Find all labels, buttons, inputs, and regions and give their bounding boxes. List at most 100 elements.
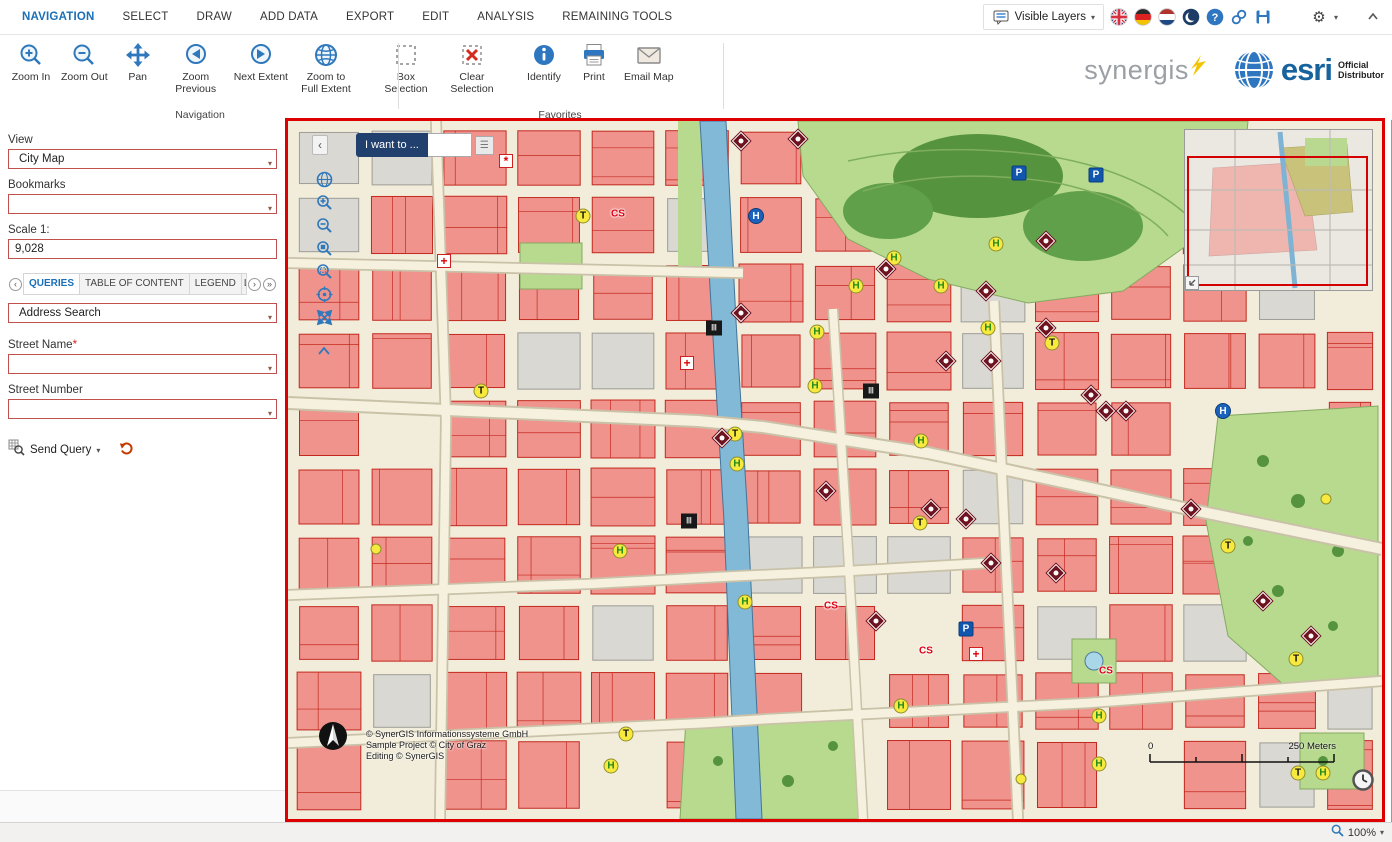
pan-icon — [125, 40, 151, 68]
menu-right-controls: Visible Layers ▾ ? ⚙ ▾ — [983, 4, 1392, 30]
zoom-window-button[interactable] — [314, 238, 334, 258]
required-marker: * — [73, 339, 77, 351]
box-selection-icon — [393, 40, 419, 68]
center-target-button[interactable] — [314, 284, 334, 304]
tab-remaining-tools[interactable]: REMAINING TOOLS — [548, 0, 686, 34]
tab-draw[interactable]: DRAW — [182, 0, 246, 34]
button-label: Box Selection — [378, 71, 434, 95]
uk-flag-icon[interactable] — [1110, 8, 1128, 26]
collapse-ribbon-icon[interactable] — [1364, 8, 1382, 26]
map-attribution: © SynerGIS Informationssysteme GmbH Samp… — [366, 729, 528, 762]
esri-logo: esri Official Distributor — [1233, 49, 1384, 91]
map-zoom-out-button[interactable] — [314, 215, 334, 235]
zoom-in-button[interactable]: Zoom In — [6, 38, 56, 83]
i-want-to-input[interactable] — [428, 133, 472, 157]
scale-label: Scale 1: — [8, 224, 277, 236]
scale-bar-line — [1148, 752, 1338, 764]
scale-bar: 0 250 Meters — [1148, 741, 1338, 767]
i-want-to-button[interactable]: I want to ... — [356, 133, 428, 157]
overview-resize-handle[interactable] — [1185, 276, 1199, 290]
brand-logos: synergis esri Official Distributor — [1084, 49, 1384, 91]
view-select[interactable]: City Map ▾ — [8, 149, 277, 169]
settings-chevron-down-icon[interactable]: ▾ — [1334, 13, 1338, 22]
zoom-level-value: 100% — [1348, 827, 1376, 839]
identify-info-icon — [531, 40, 557, 68]
german-flag-icon[interactable] — [1134, 8, 1152, 26]
link-icon[interactable] — [1230, 8, 1248, 26]
email-map-button[interactable]: Email Map — [619, 38, 679, 83]
bookmarks-label: Bookmarks — [8, 179, 277, 191]
visible-layers-label: Visible Layers — [1015, 11, 1086, 23]
next-extent-button[interactable]: Next Extent — [229, 38, 293, 83]
save-icon[interactable] — [1254, 8, 1272, 26]
tab-truncated[interactable]: L — [242, 273, 247, 295]
tab-add-data[interactable]: ADD DATA — [246, 0, 332, 34]
print-icon — [581, 40, 607, 68]
panel-tabstrip: ‹ QUERIES TABLE OF CONTENT LEGEND L › » — [8, 273, 277, 295]
tab-table-of-content[interactable]: TABLE OF CONTENT — [80, 273, 190, 295]
tab-legend[interactable]: LEGEND — [190, 273, 242, 295]
overview-extent-rect[interactable] — [1187, 156, 1368, 286]
tabs-scroll-right-button[interactable]: › — [248, 278, 261, 291]
globe-icon — [313, 40, 339, 68]
send-query-button[interactable]: Send Query — [30, 444, 91, 456]
query-type-select[interactable]: Address Search ▾ — [8, 303, 277, 323]
settings-gear-icon[interactable]: ⚙ — [1310, 8, 1328, 26]
chevron-down-icon: ▾ — [268, 155, 272, 173]
tabs-scroll-left-button[interactable]: ‹ — [9, 278, 22, 291]
tab-navigation[interactable]: NAVIGATION — [8, 0, 109, 34]
clear-selection-button[interactable]: Clear Selection — [439, 38, 505, 95]
night-mode-icon[interactable] — [1182, 8, 1200, 26]
scale-input[interactable] — [8, 239, 277, 259]
map-zoom-in-button[interactable] — [314, 192, 334, 212]
print-button[interactable]: Print — [569, 38, 619, 83]
help-icon[interactable]: ? — [1206, 8, 1224, 26]
collapse-map-toolbar-button[interactable] — [314, 341, 334, 361]
tabs-scroll-end-button[interactable]: » — [263, 278, 276, 291]
box-selection-button[interactable]: Box Selection — [373, 38, 439, 95]
i-want-to-menu-icon[interactable]: ☰ — [475, 136, 494, 155]
zoom-selection-button[interactable] — [314, 261, 334, 281]
synergis-spark-icon — [1189, 55, 1207, 77]
sidebar-footer — [0, 790, 285, 822]
overview-globe-button[interactable] — [314, 169, 334, 189]
pan-button[interactable]: Pan — [113, 38, 163, 83]
chevron-down-icon: ▾ — [1091, 13, 1095, 22]
map-viewport[interactable]: *TTTTTTTTTHHHHHHHHHHHHHHHHHHPPP+++ⅢⅢⅢCSC… — [285, 118, 1385, 822]
scale-bar-zero: 0 — [1148, 741, 1153, 752]
collapse-panel-button[interactable]: ‹ — [312, 135, 328, 155]
next-extent-icon — [248, 40, 274, 68]
button-label: Zoom to Full Extent — [298, 71, 354, 95]
zoom-out-button[interactable]: Zoom Out — [56, 38, 113, 83]
zoom-previous-icon — [183, 40, 209, 68]
visible-layers-icon — [992, 8, 1010, 26]
overview-map[interactable] — [1184, 129, 1373, 291]
chevron-down-icon: ▾ — [268, 200, 272, 218]
ribbon-separator — [398, 43, 399, 109]
tab-select[interactable]: SELECT — [109, 0, 183, 34]
street-name-input[interactable]: ▾ — [8, 354, 277, 374]
zoom-level-control[interactable]: 100% ▾ — [1331, 823, 1384, 842]
identify-button[interactable]: Identify — [519, 38, 569, 83]
tab-queries[interactable]: QUERIES — [23, 273, 80, 295]
zoom-full-extent-button[interactable]: Zoom to Full Extent — [293, 38, 359, 95]
street-name-label: Street Name* — [8, 339, 277, 351]
bookmarks-select[interactable]: ▾ — [8, 194, 277, 214]
tab-export[interactable]: EXPORT — [332, 0, 408, 34]
chevron-down-icon: ▾ — [268, 309, 272, 327]
dutch-flag-icon[interactable] — [1158, 8, 1176, 26]
send-query-icon — [8, 439, 25, 461]
visible-layers-dropdown[interactable]: Visible Layers ▾ — [983, 4, 1104, 30]
street-number-input[interactable]: ▾ — [8, 399, 277, 419]
time-slider-button[interactable] — [1352, 769, 1374, 796]
full-extent-arrows-button[interactable] — [314, 307, 334, 327]
tab-analysis[interactable]: ANALYSIS — [463, 0, 548, 34]
left-panel: View City Map ▾ Bookmarks ▾ Scale 1: ‹ Q… — [0, 120, 285, 822]
synergis-wordmark: synergis — [1084, 55, 1189, 86]
zoom-level-dropdown-icon[interactable]: ▾ — [1380, 828, 1384, 837]
zoom-previous-button[interactable]: Zoom Previous — [163, 38, 229, 95]
reset-query-icon[interactable] — [119, 440, 135, 461]
send-query-dropdown-icon[interactable]: ▾ — [96, 446, 100, 455]
ribbon-separator — [723, 43, 724, 109]
tab-edit[interactable]: EDIT — [408, 0, 463, 34]
